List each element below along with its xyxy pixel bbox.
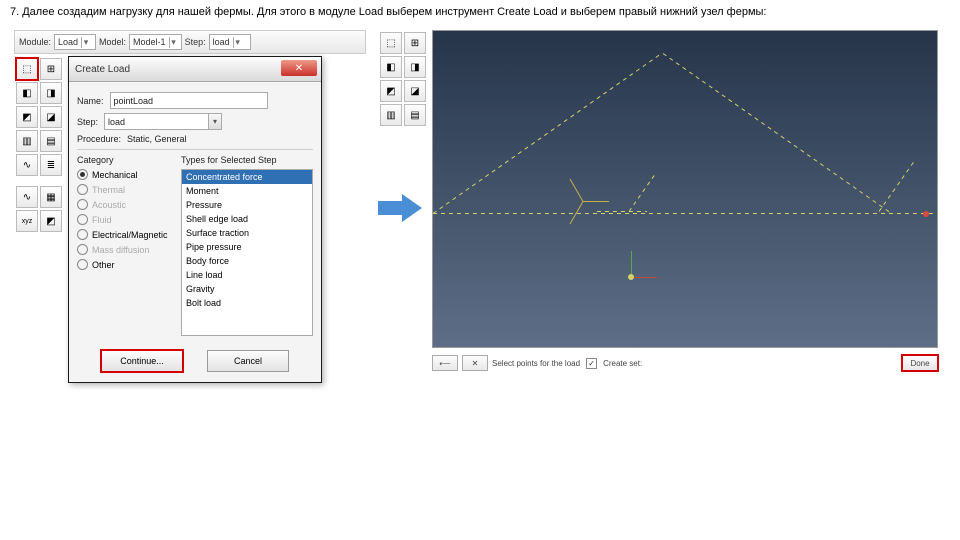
type-list-item[interactable]: Moment — [182, 184, 312, 198]
category-radio: Fluid — [77, 214, 175, 225]
chevron-down-icon: ▾ — [169, 37, 178, 48]
dialog-title-text: Create Load — [75, 64, 130, 75]
analytical-field-tool[interactable]: ◩ — [40, 210, 62, 232]
name-label: Name: — [77, 96, 104, 106]
module-selector[interactable]: Load▾ — [54, 34, 96, 50]
create-bc-tool[interactable]: ◧ — [16, 82, 38, 104]
load-case-tool[interactable]: ▥ — [16, 130, 38, 152]
amplitude-tool[interactable]: ∿ — [16, 154, 38, 176]
continue-button[interactable]: Continue... — [101, 350, 183, 372]
bc-manager-tool[interactable]: ◨ — [40, 82, 62, 104]
types-column: Types for Selected Step Concentrated for… — [181, 155, 313, 336]
create-set-label: Create set: — [603, 359, 642, 368]
type-list-item[interactable]: Gravity — [182, 282, 312, 296]
chevron-down-icon: ▾ — [81, 37, 90, 48]
create-set-checkbox[interactable]: ✓ — [586, 358, 597, 369]
category-radio: Acoustic — [77, 199, 175, 210]
module-label: Module: — [19, 37, 51, 47]
category-header: Category — [77, 155, 175, 165]
load-case-manager-tool[interactable]: ▤ — [40, 130, 62, 152]
category-radio: Mass diffusion — [77, 244, 175, 255]
module-value: Load — [58, 37, 78, 47]
type-list-item[interactable]: Pipe pressure — [182, 240, 312, 254]
load-case-tool-r[interactable]: ▥ — [380, 104, 402, 126]
type-list-item[interactable]: Concentrated force — [182, 170, 312, 184]
load-manager-tool-r[interactable]: ⊞ — [404, 32, 426, 54]
type-list-item[interactable]: Shell edge load — [182, 212, 312, 226]
load-manager-tool[interactable]: ⊞ — [40, 58, 62, 80]
step-selector[interactable]: load▾ — [209, 34, 251, 50]
dlg-step-select[interactable]: load ▾ — [104, 113, 222, 130]
amplitude-manager-tool[interactable]: ≣ — [40, 154, 62, 176]
create-load-dialog: Create Load ✕ Name: pointLoad Step: load… — [68, 56, 322, 383]
selected-node[interactable] — [923, 211, 929, 217]
category-radio: Thermal — [77, 184, 175, 195]
types-header: Types for Selected Step — [181, 155, 313, 165]
dialog-titlebar[interactable]: Create Load ✕ — [69, 57, 321, 82]
create-bc-tool-r[interactable]: ◧ — [380, 56, 402, 78]
model-label: Model: — [99, 37, 126, 47]
type-list-item[interactable]: Body force — [182, 254, 312, 268]
create-load-tool[interactable]: ⬚ — [16, 58, 38, 80]
csys-tool[interactable]: xyz — [16, 210, 38, 232]
predefined-field-tool[interactable]: ◩ — [16, 106, 38, 128]
name-input[interactable]: pointLoad — [110, 92, 268, 109]
instruction-text: 7. Далее создадим нагрузку для нашей фер… — [10, 6, 766, 18]
viewport[interactable] — [432, 30, 938, 348]
type-list-item[interactable]: Line load — [182, 268, 312, 282]
cancel-button[interactable]: Cancel — [207, 350, 289, 372]
prompt-back-button[interactable]: ⟵ — [432, 355, 458, 371]
predefined-field-tool-r[interactable]: ◩ — [380, 80, 402, 102]
category-radio[interactable]: Mechanical — [77, 169, 175, 180]
left-ui: Module: Load▾ Model: Model-1▾ Step: load… — [14, 30, 366, 383]
tool-column-right: ⬚⊞ ◧◨ ◩◪ ▥▤ — [378, 30, 432, 128]
step-label: Step: — [185, 37, 206, 47]
prompt-text: Select points for the load — [492, 359, 580, 368]
procedure-value: Static, General — [127, 134, 187, 144]
prompt-bar: ⟵ ✕ Select points for the load ✓ Create … — [432, 354, 938, 372]
procedure-label: Procedure: — [77, 134, 121, 144]
tool-column-left: ⬚⊞ ◧◨ ◩◪ ▥▤ ∿≣ ∿▦ xyz◩ — [14, 56, 68, 383]
model-selector[interactable]: Model-1▾ — [129, 34, 182, 50]
chevron-down-icon: ▾ — [233, 37, 242, 48]
done-button[interactable]: Done — [902, 355, 938, 371]
chevron-down-icon: ▾ — [208, 114, 221, 129]
dlg-step-value: load — [108, 117, 125, 127]
model-value: Model-1 — [133, 37, 166, 47]
category-radio[interactable]: Electrical/Magnetic — [77, 229, 175, 240]
context-bar: Module: Load▾ Model: Model-1▾ Step: load… — [14, 30, 366, 54]
type-list-item[interactable]: Surface traction — [182, 226, 312, 240]
load-case-manager-tool-r[interactable]: ▤ — [404, 104, 426, 126]
create-load-tool-r[interactable]: ⬚ — [380, 32, 402, 54]
category-column: Category Mechanical Thermal Acoustic Fluid E… — [77, 155, 175, 336]
field-manager-tool[interactable]: ◪ — [40, 106, 62, 128]
step-value: load — [213, 37, 230, 47]
types-listbox[interactable]: Concentrated forceMomentPressureShell ed… — [181, 169, 313, 336]
type-list-item[interactable]: Bolt load — [182, 296, 312, 310]
type-list-item[interactable]: Pressure — [182, 198, 312, 212]
datum-tool[interactable]: ∿ — [16, 186, 38, 208]
category-radio[interactable]: Other — [77, 259, 175, 270]
dlg-step-label: Step: — [77, 117, 98, 127]
partition-tool[interactable]: ▦ — [40, 186, 62, 208]
datum-axis-icon — [583, 201, 584, 202]
prompt-cancel-button[interactable]: ✕ — [462, 355, 488, 371]
field-manager-tool-r[interactable]: ◪ — [404, 80, 426, 102]
right-ui: ⬚⊞ ◧◨ ◩◪ ▥▤ ⟵ ✕ Select points for the lo… — [378, 30, 938, 372]
bc-manager-tool-r[interactable]: ◨ — [404, 56, 426, 78]
close-button[interactable]: ✕ — [281, 60, 317, 76]
